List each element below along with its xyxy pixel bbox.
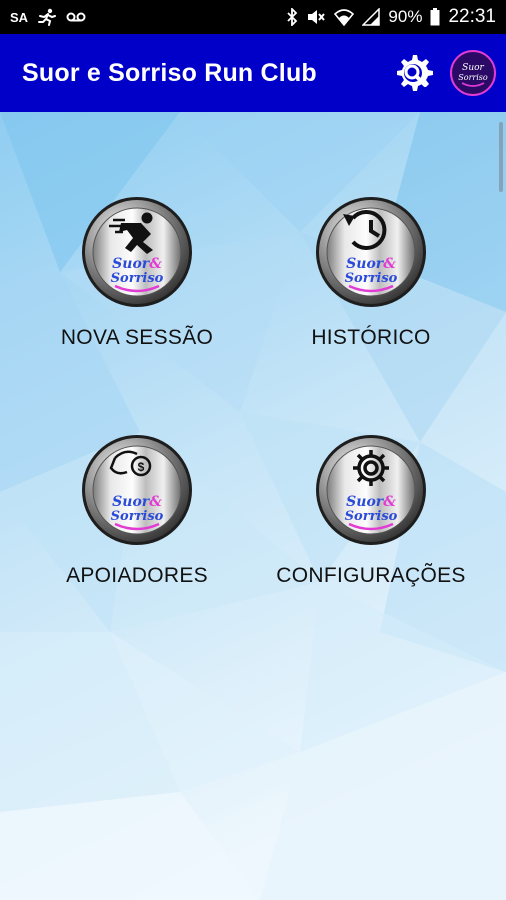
svg-text:$: $ [138, 460, 145, 474]
tile-apoiadores[interactable]: $ Suor& Sorriso APOIADORES [22, 434, 252, 588]
svg-text:Sorriso: Sorriso [458, 73, 488, 82]
club-logo-button[interactable]: Suor Sorriso [450, 50, 496, 96]
running-person-icon [36, 7, 58, 27]
wifi-icon [334, 7, 355, 27]
sprinter-icon: Suor&Sorriso [82, 197, 192, 307]
svg-text:Suor&: Suor& [346, 494, 396, 510]
tile-label: APOIADORES [66, 564, 208, 587]
settings-button[interactable] [390, 50, 436, 96]
carrier-label: SA [10, 9, 29, 25]
tile-configuracoes[interactable]: Suor& Sorriso CONFIGURAÇÕES [256, 434, 486, 588]
tile-label: NOVA SESSÃO [60, 326, 214, 349]
status-bar: SA 90% 22:31 [0, 0, 506, 34]
svg-text:Sorriso: Sorriso [345, 509, 398, 524]
app-bar: Suor e Sorriso Run Club Suor Sorriso [0, 34, 506, 112]
gear-icon: Suor&Sorriso [316, 435, 426, 545]
battery-icon [430, 7, 440, 27]
bluetooth-icon [286, 7, 298, 27]
svg-text:Sorriso: Sorriso [345, 271, 398, 286]
status-bar-left: SA [10, 7, 86, 27]
status-bar-right: 90% 22:31 [286, 6, 496, 28]
tile-nova-sessao[interactable]: Suor& Sorriso NOVA SESSÃO [22, 196, 252, 350]
mute-icon [306, 7, 326, 27]
svg-text:Sorriso: Sorriso [111, 509, 164, 524]
hand-coin-icon: $ Suor&Sorriso [82, 435, 192, 545]
app-title: Suor e Sorriso Run Club [22, 58, 317, 87]
scroll-indicator [499, 122, 503, 192]
battery-percent: 90% [388, 7, 423, 26]
club-logo-icon: Suor Sorriso [458, 63, 488, 87]
tile-label: HISTÓRICO [311, 326, 431, 349]
settings-search-icon [397, 55, 433, 91]
signal-icon [362, 7, 381, 27]
history-clock-icon: Suor&Sorriso [316, 197, 426, 307]
tile-historico[interactable]: Suor& Sorriso HISTÓRICO [256, 196, 486, 350]
svg-text:Suor&: Suor& [112, 494, 162, 510]
svg-text:Suor&: Suor& [346, 256, 396, 272]
svg-text:Suor&: Suor& [112, 256, 162, 272]
svg-text:Sorriso: Sorriso [111, 271, 164, 286]
clock: 22:31 [448, 6, 496, 27]
tile-label: CONFIGURAÇÕES [276, 564, 466, 587]
voicemail-icon [66, 7, 86, 27]
svg-text:Suor: Suor [462, 63, 484, 73]
